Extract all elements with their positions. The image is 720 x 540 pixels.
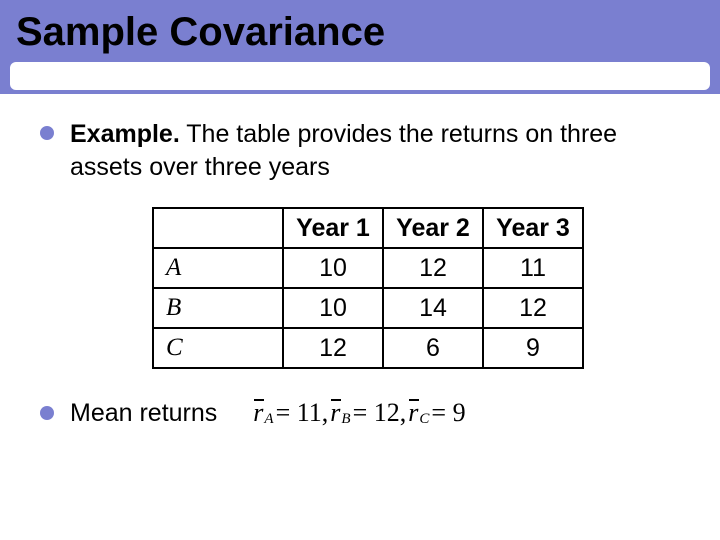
title-underline <box>10 62 710 90</box>
table-header-1: Year 1 <box>283 208 383 248</box>
table-header-blank <box>153 208 283 248</box>
sub-C: C <box>419 411 429 428</box>
bullet-1-bold: Example. <box>70 120 180 148</box>
returns-table: Year 1 Year 2 Year 3 A 10 12 11 B 10 14 … <box>152 207 584 369</box>
eq-C: = 9 <box>431 398 465 428</box>
mean-returns-formula: rA = 11, rB = 12, rC = 9 <box>253 398 465 428</box>
table-header-row: Year 1 Year 2 Year 3 <box>153 208 583 248</box>
row-label-B: B <box>153 288 283 328</box>
sub-B: B <box>341 411 350 428</box>
cell: 10 <box>283 288 383 328</box>
header-band: Sample Covariance <box>0 0 720 94</box>
slide-title: Sample Covariance <box>16 10 385 55</box>
row-label-A: A <box>153 248 283 288</box>
bullet-1-text: Example. The table provides the returns … <box>70 118 696 183</box>
cell: 12 <box>483 288 583 328</box>
bullet-icon <box>40 406 54 420</box>
r-bar: r <box>330 398 340 428</box>
cell: 12 <box>283 328 383 368</box>
bullet-item-2: Mean returns rA = 11, rB = 12, rC = 9 <box>40 397 696 430</box>
content-area: Example. The table provides the returns … <box>0 94 720 430</box>
cell: 9 <box>483 328 583 368</box>
cell: 6 <box>383 328 483 368</box>
cell: 11 <box>483 248 583 288</box>
row-label-C: C <box>153 328 283 368</box>
r-bar: r <box>253 398 263 428</box>
table-header-3: Year 3 <box>483 208 583 248</box>
sub-A: A <box>264 411 273 428</box>
cell: 10 <box>283 248 383 288</box>
bullet-2-text: Mean returns <box>70 397 217 430</box>
cell: 12 <box>383 248 483 288</box>
table-row: B 10 14 12 <box>153 288 583 328</box>
eq-B: = 12, <box>353 398 407 428</box>
r-bar: r <box>408 398 418 428</box>
bullet-icon <box>40 126 54 140</box>
table-row: A 10 12 11 <box>153 248 583 288</box>
eq-A: = 11, <box>276 398 329 428</box>
bullet-item-1: Example. The table provides the returns … <box>40 118 696 183</box>
table-header-2: Year 2 <box>383 208 483 248</box>
table-row: C 12 6 9 <box>153 328 583 368</box>
cell: 14 <box>383 288 483 328</box>
